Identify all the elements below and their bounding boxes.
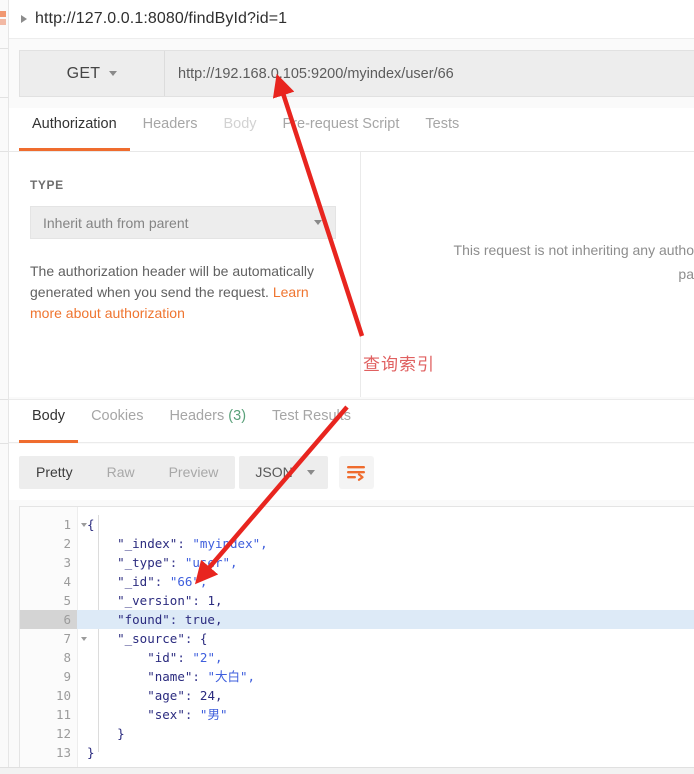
code-line: 3 "_type": "user", [20,553,694,572]
response-body-viewer[interactable]: 1{2 "_index": "myindex", 3 "_type": "user… [19,506,694,768]
response-toolbar: Pretty Raw Preview JSON [9,444,694,500]
chevron-down-icon [314,220,322,225]
code-text: "name": "大白", [147,669,256,684]
code-line: 7 "_source": { [20,629,694,648]
code-lines: 1{2 "_index": "myindex", 3 "_type": "user… [20,515,694,762]
annotation-note: 查询索引 [363,355,435,375]
view-mode-preview[interactable]: Preview [152,456,236,489]
line-number: 13 [55,745,71,760]
rail-divider [0,48,8,49]
code-text: "_index": "myindex", [117,536,268,551]
http-method-label: GET [66,64,101,82]
line-number: 6 [20,610,77,629]
inherit-notice-line2: pa [678,266,694,282]
code-text: "found": true, [117,612,223,627]
request-tabs: Authorization Headers Body Pre-request S… [9,108,694,152]
line-number: 3 [63,555,71,570]
view-mode-raw[interactable]: Raw [90,456,152,489]
sidebar-fragment-icon-2 [0,19,6,25]
line-number: 1 [20,515,87,534]
line-number: 8 [63,650,71,665]
code-text: "sex": "男" [147,707,228,722]
code-line: 6 "found": true, [20,610,694,629]
code-text: } [87,745,95,760]
code-text: "_type": "user", [117,555,238,570]
code-text: "age": 24, [147,688,223,703]
auth-description: The authorization header will be automat… [30,261,320,324]
code-line: 10 "age": 24, [20,686,694,705]
authorization-left-column: TYPE Inherit auth from parent The author… [9,152,361,397]
request-title: http://127.0.0.1:8080/findById?id=1 [35,10,288,27]
code-text: "_version": 1, [117,593,223,608]
http-method-select[interactable]: GET [20,51,165,96]
code-line: 8 "id": "2", [20,648,694,667]
rail-divider [0,399,8,400]
url-bar: GET http://192.168.0.105:9200/myindex/us… [19,50,694,97]
fold-caret-icon[interactable] [81,636,87,641]
auth-type-label: TYPE [30,178,64,192]
rail-divider [0,97,8,98]
auth-description-text: The authorization header will be automat… [30,263,315,300]
view-mode-pretty[interactable]: Pretty [19,456,90,489]
response-tabs: Body Cookies Headers (3) Test Results [9,399,694,443]
tab-body[interactable]: Body [210,108,269,151]
tab-test-results[interactable]: Test Results [259,400,364,443]
code-line: 12 } [20,724,694,743]
code-text: "_id": "66", [117,574,208,589]
window-bottom-strip [0,767,694,774]
auth-type-select[interactable]: Inherit auth from parent [30,206,336,239]
response-format-label: JSON [255,464,293,480]
code-text: "_source": { [117,631,208,646]
chevron-down-icon [306,469,315,475]
url-input[interactable]: http://192.168.0.105:9200/myindex/user/6… [165,51,694,96]
left-sidebar-rail [0,0,9,774]
tab-headers[interactable]: Headers [130,108,211,151]
code-line: 1{ [20,515,694,534]
word-wrap-icon [347,465,366,481]
inherit-notice-line1: This request is not inheriting any autho [453,242,694,258]
line-number: 4 [63,574,71,589]
line-number: 5 [63,593,71,608]
word-wrap-button[interactable] [338,455,374,489]
line-number: 10 [55,688,71,703]
code-text: "id": "2", [147,650,223,665]
tab-tests[interactable]: Tests [412,108,472,151]
code-line: 13} [20,743,694,762]
tab-response-headers[interactable]: Headers (3) [156,400,259,443]
code-line: 5 "_version": 1, [20,591,694,610]
line-number: 12 [55,726,71,741]
code-line: 4 "_id": "66", [20,572,694,591]
code-line: 11 "sex": "男" [20,705,694,724]
inherit-notice: This request is not inheriting any autho… [421,238,694,286]
rail-divider [0,443,8,444]
code-line: 9 "name": "大白", [20,667,694,686]
code-text: } [87,726,125,741]
tab-response-headers-label: Headers [169,408,225,424]
response-view-mode-group: Pretty Raw Preview [19,455,236,489]
chevron-right-icon[interactable] [21,15,27,23]
rail-divider [0,151,8,152]
authorization-panel: TYPE Inherit auth from parent The author… [9,152,694,397]
fold-caret-icon[interactable] [81,522,87,527]
chevron-down-icon [109,71,118,76]
sidebar-fragment-icon [0,11,6,17]
line-number: 9 [63,669,71,684]
line-number: 7 [20,629,87,648]
headers-count-badge: (3) [228,408,247,424]
tab-response-body[interactable]: Body [19,400,79,443]
tab-authorization[interactable]: Authorization [19,108,130,151]
response-format-select[interactable]: JSON [239,455,328,489]
auth-type-value: Inherit auth from parent [43,214,189,231]
code-line: 2 "_index": "myindex", [20,534,694,553]
tab-response-cookies[interactable]: Cookies [78,400,156,443]
tab-pre-request-script[interactable]: Pre-request Script [270,108,413,151]
line-number: 2 [63,536,71,551]
postman-window: http://127.0.0.1:8080/findById?id=1 GET … [0,0,694,774]
line-number: 11 [55,707,71,722]
request-titlebar: http://127.0.0.1:8080/findById?id=1 [9,0,694,39]
